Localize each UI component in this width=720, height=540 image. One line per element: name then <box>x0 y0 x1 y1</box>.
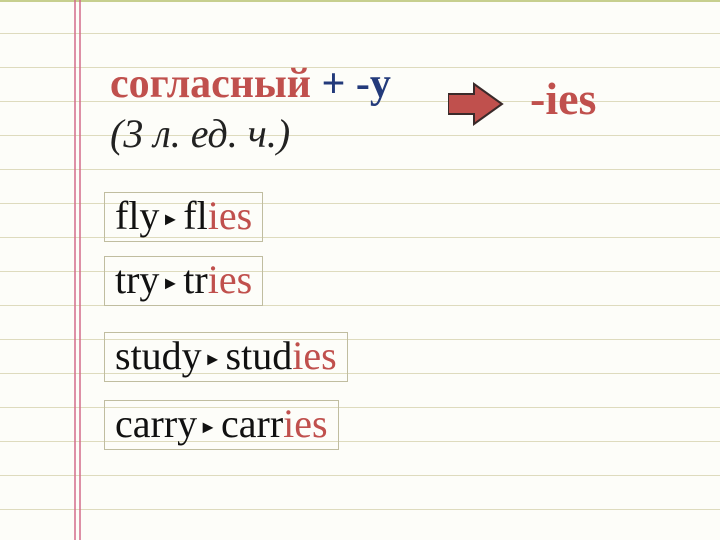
example-row: try ► tries <box>104 256 263 306</box>
example-result-suffix: ies <box>292 333 336 378</box>
example-result-stem: tr <box>183 257 207 302</box>
example-base: study <box>115 333 202 378</box>
example-result-suffix: ies <box>208 257 252 302</box>
result-suffix: -ies <box>530 72 596 125</box>
example-result-stem: stud <box>226 333 293 378</box>
example-row: study ► studies <box>104 332 348 382</box>
heading-subtitle: (3 л. ед. ч.) <box>110 110 290 157</box>
content: согласный + -y (3 л. ед. ч.) -ies fly►fl… <box>0 0 720 540</box>
rule-heading: согласный + -y <box>110 62 391 106</box>
example-row: carry ► carries <box>104 400 339 450</box>
example-base: try <box>115 257 159 302</box>
triangle-right-icon: ► <box>159 210 183 229</box>
heading-suffix-y: -y <box>356 61 391 107</box>
heading-plus: + <box>311 61 356 107</box>
heading-consonant: согласный <box>110 61 311 107</box>
example-base: fly <box>115 193 159 238</box>
example-result-suffix: ies <box>208 193 252 238</box>
example-result-stem: carr <box>221 401 283 446</box>
triangle-right-icon: ► <box>197 418 221 437</box>
page: согласный + -y (3 л. ед. ч.) -ies fly►fl… <box>0 0 720 540</box>
example-result-stem: fl <box>183 193 207 238</box>
example-base: carry <box>115 401 197 446</box>
triangle-right-icon: ► <box>159 274 183 293</box>
arrow-right-icon <box>448 82 504 126</box>
triangle-right-icon: ► <box>202 350 226 369</box>
example-row: fly►flies <box>104 192 263 242</box>
example-result-suffix: ies <box>283 401 327 446</box>
